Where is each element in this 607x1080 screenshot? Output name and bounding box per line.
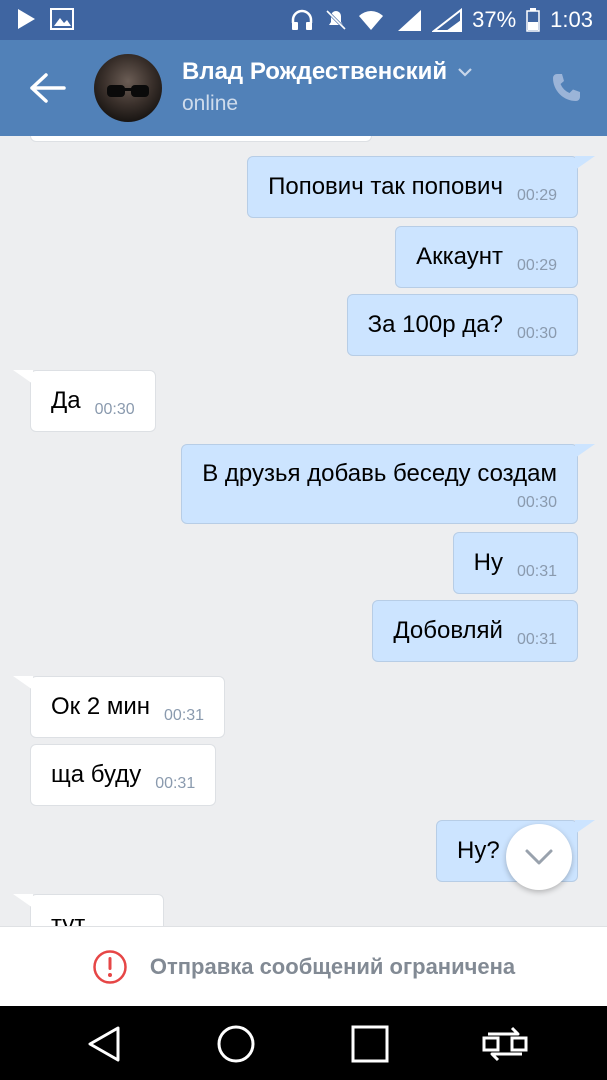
- message-time: 00:31: [516, 563, 557, 580]
- nav-switch-icon[interactable]: [482, 1024, 528, 1064]
- play-icon: [18, 9, 35, 29]
- mute-icon: [326, 9, 347, 31]
- message-time: 00:31: [164, 707, 205, 724]
- message-incoming[interactable]: ща буду 00:31: [30, 744, 217, 806]
- message-text: Добовляй: [393, 617, 503, 644]
- avatar[interactable]: [94, 54, 162, 122]
- message-time: 00:29: [516, 257, 557, 274]
- message-list[interactable]: Попович так попович 00:29 Аккаунт 00:29 …: [0, 136, 607, 926]
- chevron-down-icon: [525, 849, 553, 865]
- battery-percent: 37%: [472, 7, 517, 32]
- message-outgoing[interactable]: За 100р да? 00:30: [346, 294, 578, 356]
- message-incoming[interactable]: Да 00:30: [13, 370, 156, 432]
- message-outgoing[interactable]: Добовляй 00:31: [372, 600, 578, 662]
- android-nav-bar: [0, 1006, 607, 1080]
- message-outgoing[interactable]: Аккаунт 00:29: [395, 226, 578, 288]
- signal-2-icon: [432, 8, 463, 32]
- message-incoming[interactable]: Ок 2 мин 00:31: [12, 676, 226, 738]
- nav-recents-icon[interactable]: [350, 1024, 390, 1064]
- nav-back-icon[interactable]: [84, 1024, 124, 1064]
- message-text: За 100р да?: [367, 311, 503, 338]
- message-time: 00:31: [155, 775, 196, 792]
- message-partial: [30, 136, 372, 142]
- message-text: Попович так попович: [268, 173, 503, 200]
- status-bar: 37% 1:03: [0, 0, 607, 40]
- restriction-text: Отправка сообщений ограничена: [149, 953, 516, 979]
- sunglasses-icon: [107, 85, 149, 97]
- message-time: 00:30: [516, 494, 557, 511]
- message-text: Да: [51, 387, 81, 414]
- message-time: 00:30: [516, 325, 557, 342]
- message-time: 00:30: [94, 401, 135, 418]
- clock: 1:03: [550, 7, 593, 32]
- message-time: 00:31: [516, 631, 557, 648]
- image-icon: [50, 8, 74, 30]
- message-text: Ну?: [457, 837, 500, 864]
- signal-icon: [398, 10, 422, 31]
- scroll-down-button[interactable]: [506, 824, 572, 890]
- message-outgoing[interactable]: В друзья добавь беседу создам 00:30: [181, 444, 595, 524]
- headphones-icon: [291, 9, 313, 30]
- message-text: Ну: [473, 549, 503, 576]
- back-arrow-icon[interactable]: [28, 70, 68, 106]
- message-text: тут: [51, 911, 86, 926]
- message-outgoing[interactable]: Ну 00:31: [452, 532, 578, 594]
- phone-icon[interactable]: [551, 72, 581, 104]
- online-status: online: [182, 92, 239, 115]
- message-outgoing[interactable]: Попович так попович 00:29: [247, 156, 595, 218]
- restriction-banner: Отправка сообщений ограничена: [0, 926, 607, 1006]
- message-text: Аккаунт: [416, 243, 503, 270]
- nav-home-icon[interactable]: [216, 1024, 256, 1064]
- contact-name-text: Влад Рождественский: [182, 58, 448, 85]
- message-text: В друзья добавь беседу создам: [202, 460, 557, 487]
- message-text: ща буду: [51, 761, 142, 788]
- message-time: 00:29: [516, 187, 557, 204]
- wifi-icon: [359, 11, 384, 30]
- contact-name[interactable]: Влад Рождественский: [182, 58, 473, 86]
- message-incoming[interactable]: тут: [13, 894, 164, 926]
- warning-icon: [93, 949, 127, 984]
- message-text: Ок 2 мин: [51, 693, 151, 720]
- chat-header: Влад Рождественский online: [0, 40, 607, 136]
- battery-icon: [526, 8, 540, 32]
- chevron-down-icon[interactable]: [457, 67, 473, 77]
